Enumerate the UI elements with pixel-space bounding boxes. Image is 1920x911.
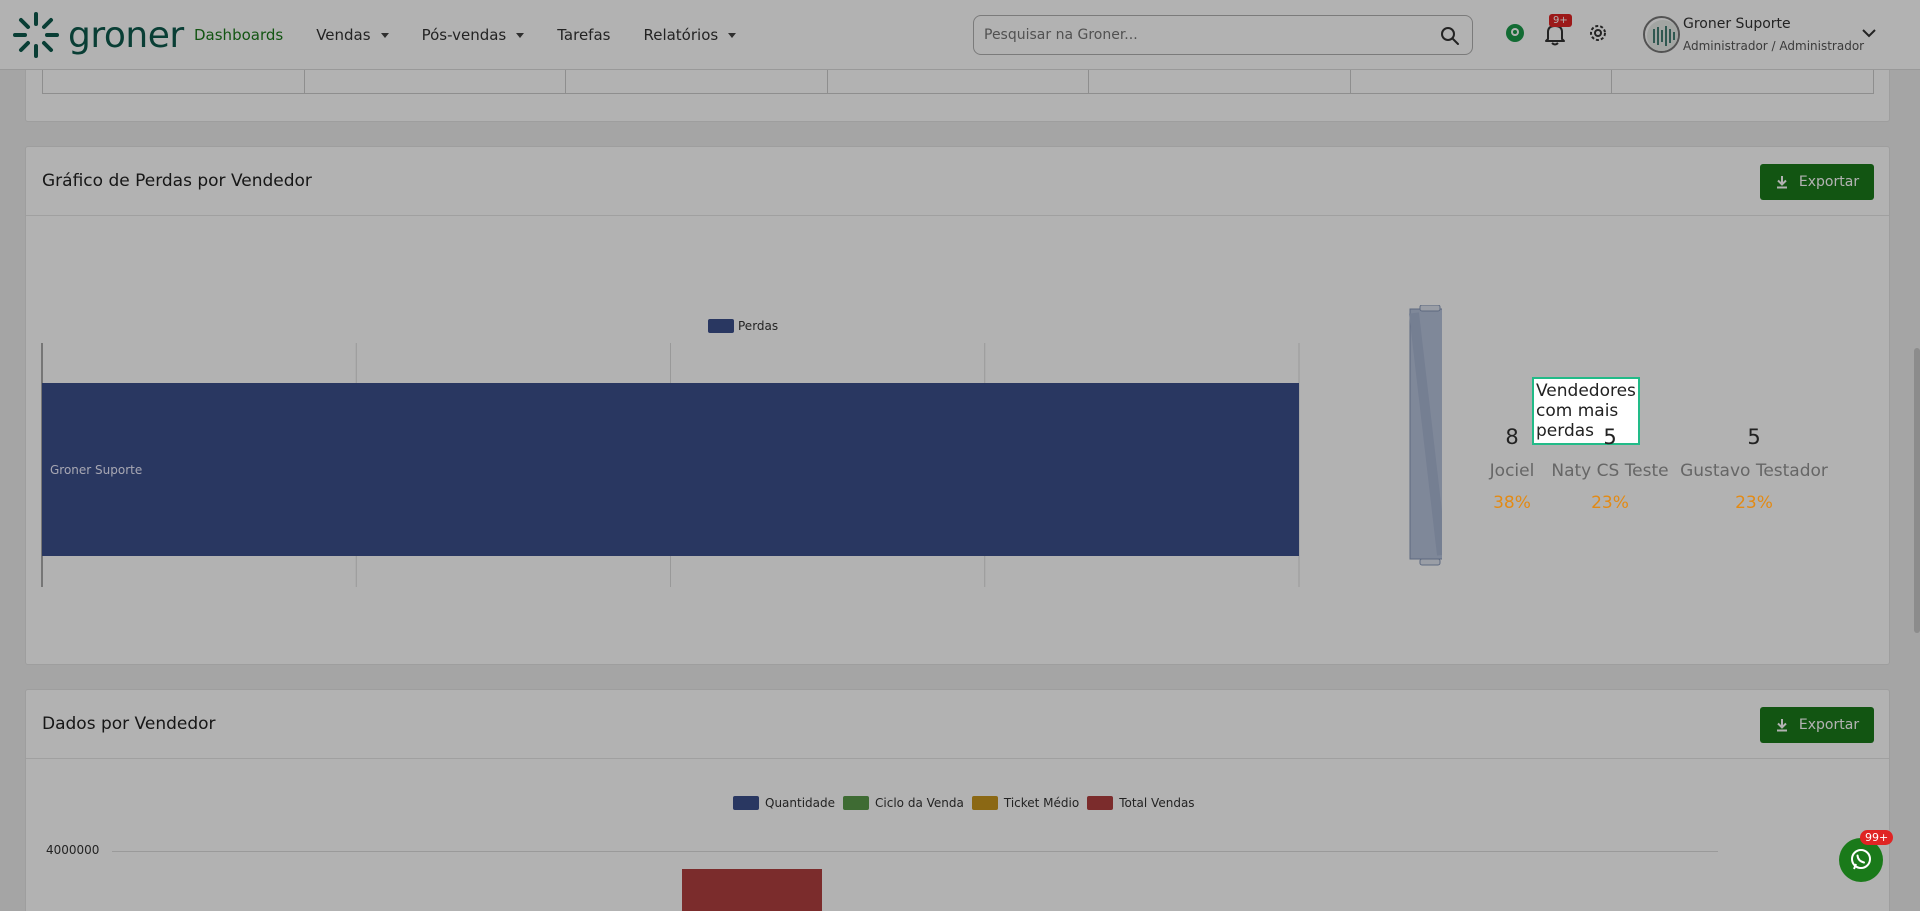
whatsapp-icon: [1851, 849, 1871, 870]
nav-label: Tarefas: [557, 26, 611, 44]
sellers-legend: Quantidade Ciclo da Venda Ticket Médio T…: [733, 796, 1203, 810]
user-role: Administrador / Administrador: [1683, 39, 1865, 53]
stat-percent: 38%: [1493, 493, 1531, 513]
stat-name: Gustavo Testador: [1680, 461, 1828, 481]
nav-label: Dashboards: [194, 26, 284, 44]
search-box: [973, 15, 1473, 55]
search-icon[interactable]: [1440, 26, 1460, 46]
nav-dashboards[interactable]: Dashboards: [194, 26, 283, 44]
search-input[interactable]: [984, 24, 1424, 46]
y-tick-label: 4000000: [46, 843, 100, 857]
stat-name: Naty CS Teste: [1551, 461, 1669, 481]
nav-vendas[interactable]: Vendas: [316, 26, 389, 44]
main-nav: Dashboards Vendas Pós-vendas Tarefas Rel…: [194, 0, 769, 70]
avatar[interactable]: [1643, 16, 1680, 53]
nav-pos-vendas[interactable]: Pós-vendas: [422, 26, 525, 44]
legend-item[interactable]: Quantidade: [733, 796, 835, 810]
gear-icon[interactable]: [1587, 22, 1609, 44]
page-scrollbar[interactable]: [1914, 348, 1920, 633]
download-icon: [1776, 719, 1787, 732]
stat-name: Jociel: [1489, 461, 1535, 481]
caret-down-icon: [516, 32, 525, 38]
range-slider[interactable]: [1402, 305, 1442, 567]
range-handle-bottom[interactable]: [1419, 558, 1441, 566]
losses-chart: Perdas00.511.52Groner Suporte: [41, 319, 1300, 587]
stat-count: 5: [1603, 425, 1617, 449]
user-name: Groner Suporte: [1683, 16, 1791, 32]
card-divider: [26, 215, 1889, 216]
nav-label: Pós-vendas: [421, 26, 507, 44]
sellers-card: Dados por Vendedor Exportar Quantidade C…: [25, 689, 1890, 911]
bar: [42, 383, 1299, 556]
card-title: Gráfico de Perdas por Vendedor: [42, 171, 312, 191]
logo-text: groner: [68, 14, 184, 56]
legend-swatch: [733, 796, 759, 810]
caret-down-icon: [728, 32, 737, 38]
card-title: Dados por Vendedor: [42, 714, 216, 734]
nav-label: Vendas: [316, 26, 371, 44]
legend-item[interactable]: Ticket Médio: [971, 796, 1080, 810]
export-label: Exportar: [1798, 174, 1860, 190]
chevron-down-icon[interactable]: [1862, 28, 1876, 38]
legend-label: Perdas: [738, 319, 778, 333]
nav-label: Relatórios: [643, 26, 719, 44]
legend-item[interactable]: Total Vendas: [1087, 796, 1195, 810]
stat-count: 8: [1505, 425, 1519, 449]
stat-count: 5: [1747, 425, 1761, 449]
legend-swatch: [1087, 796, 1114, 810]
legend-label: Ciclo da Venda: [875, 796, 964, 810]
grid-line: [112, 851, 1718, 852]
legend-label: Total Vendas: [1119, 796, 1195, 810]
download-icon: [1776, 176, 1787, 189]
avatar-image: [1647, 20, 1678, 51]
groner-logo[interactable]: groner: [12, 10, 184, 60]
stat-percent: 23%: [1735, 493, 1773, 513]
notifications-badge: 9+: [1549, 14, 1572, 27]
caret-down-icon: [380, 32, 389, 38]
nav-tarefas[interactable]: Tarefas: [557, 26, 610, 44]
bar-total-vendas: [682, 869, 822, 911]
range-handle-top[interactable]: [1419, 305, 1441, 312]
whatsapp-badge: 99+: [1860, 830, 1894, 845]
legend-swatch: [971, 796, 998, 810]
bar-category-label: Groner Suporte: [50, 463, 142, 477]
nav-relatorios[interactable]: Relatórios: [643, 26, 737, 44]
export-button[interactable]: Exportar: [1760, 707, 1874, 743]
export-label: Exportar: [1798, 717, 1860, 733]
card-divider: [26, 758, 1889, 759]
legend-swatch: [843, 796, 870, 810]
legend-swatch: [708, 319, 734, 333]
export-button[interactable]: Exportar: [1760, 164, 1874, 200]
legend-item[interactable]: Ciclo da Venda: [843, 796, 964, 810]
legend-label: Ticket Médio: [1003, 796, 1080, 810]
groner-logo-icon: [13, 12, 59, 58]
legend-label: Quantidade: [765, 796, 836, 810]
support-chat-icon[interactable]: [1504, 22, 1526, 44]
stat-percent: 23%: [1591, 493, 1629, 513]
top-navbar: groner Dashboards Vendas Pós-vendas Tare…: [0, 0, 1920, 70]
